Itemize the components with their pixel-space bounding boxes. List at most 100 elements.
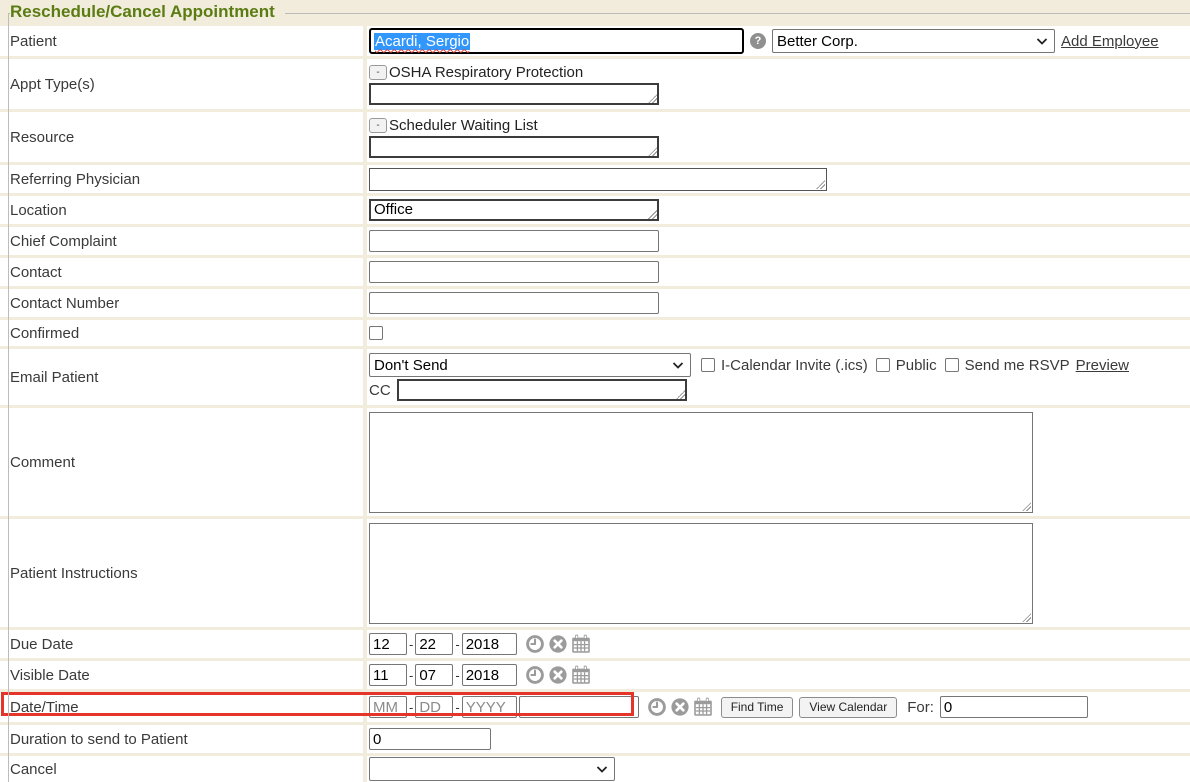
resource-search-input[interactable] xyxy=(369,136,659,158)
visible-date-year-input[interactable] xyxy=(462,664,517,686)
referring-physician-label: Referring Physician xyxy=(0,165,363,193)
cancel-label: Cancel xyxy=(0,756,363,782)
email-send-select[interactable]: Don't Send xyxy=(369,353,691,377)
appt-type-label: Appt Type(s) xyxy=(0,59,363,109)
row-email-patient: Email Patient Don't Send I-Calendar Invi… xyxy=(0,349,1190,405)
date-time-month-input[interactable] xyxy=(369,696,407,718)
date-time-time-input[interactable] xyxy=(519,696,639,718)
clock-icon[interactable] xyxy=(525,634,545,654)
find-time-button[interactable]: Find Time xyxy=(721,697,794,718)
duration-input[interactable] xyxy=(369,728,491,750)
confirmed-label: Confirmed xyxy=(0,320,363,346)
date-time-day-input[interactable] xyxy=(415,696,453,718)
preview-link[interactable]: Preview xyxy=(1076,357,1129,374)
resource-label: Resource xyxy=(0,112,363,162)
duration-label: Duration to send to Patient xyxy=(0,725,363,753)
date-separator: - xyxy=(409,637,413,652)
chevron-down-icon xyxy=(596,766,608,773)
referring-physician-input[interactable] xyxy=(369,168,827,191)
confirmed-checkbox[interactable] xyxy=(369,326,383,340)
for-label: For: xyxy=(907,699,934,716)
patient-instructions-input[interactable] xyxy=(369,523,1033,624)
row-resource: Resource - Scheduler Waiting List xyxy=(0,112,1190,162)
title-band: Reschedule/Cancel Appointment xyxy=(0,0,1190,26)
row-patient-instructions: Patient Instructions xyxy=(0,519,1190,627)
resource-selected-item: Scheduler Waiting List xyxy=(389,117,538,134)
row-comment: Comment xyxy=(0,408,1190,516)
row-visible-date: Visible Date - - xyxy=(0,661,1190,689)
email-send-select-value: Don't Send xyxy=(374,357,448,374)
due-date-day-input[interactable] xyxy=(415,633,453,655)
clear-date-icon[interactable] xyxy=(670,697,690,717)
icalendar-invite-checkbox[interactable] xyxy=(701,358,715,372)
send-me-rsvp-checkbox[interactable] xyxy=(945,358,959,372)
due-date-label: Due Date xyxy=(0,630,363,658)
row-contact: Contact xyxy=(0,258,1190,286)
page-title: Reschedule/Cancel Appointment xyxy=(10,2,285,22)
icalendar-invite-label: I-Calendar Invite (.ics) xyxy=(721,357,868,374)
remove-appt-type-button[interactable]: - xyxy=(369,65,387,80)
contact-input[interactable] xyxy=(369,261,659,283)
public-label: Public xyxy=(896,357,937,374)
patient-input-selected-text: Acardi, Sergio xyxy=(374,33,470,50)
cc-label: CC xyxy=(369,382,391,399)
contact-number-input[interactable] xyxy=(369,292,659,314)
chief-complaint-input[interactable] xyxy=(369,230,659,252)
visible-date-day-input[interactable] xyxy=(415,664,453,686)
calendar-icon[interactable] xyxy=(571,634,591,654)
reschedule-cancel-appointment-form: Reschedule/Cancel Appointment Patient Ac… xyxy=(0,0,1190,782)
calendar-icon[interactable] xyxy=(693,697,713,717)
row-duration: Duration to send to Patient xyxy=(0,725,1190,753)
row-contact-number: Contact Number xyxy=(0,289,1190,317)
company-select[interactable]: Better Corp. xyxy=(772,29,1055,53)
email-patient-label: Email Patient xyxy=(0,349,363,405)
comment-input[interactable] xyxy=(369,412,1033,513)
send-me-rsvp-label: Send me RSVP xyxy=(965,357,1070,374)
public-checkbox[interactable] xyxy=(876,358,890,372)
row-location: Location Office xyxy=(0,196,1190,224)
patient-input[interactable]: Acardi, Sergio xyxy=(369,28,744,54)
patient-label: Patient xyxy=(0,26,363,56)
location-label: Location xyxy=(0,196,363,224)
visible-date-label: Visible Date xyxy=(0,661,363,689)
contact-number-label: Contact Number xyxy=(0,289,363,317)
cancel-select[interactable] xyxy=(369,757,615,781)
visible-date-month-input[interactable] xyxy=(369,664,407,686)
row-due-date: Due Date - - xyxy=(0,630,1190,658)
due-date-year-input[interactable] xyxy=(462,633,517,655)
comment-label: Comment xyxy=(0,408,363,516)
row-confirmed: Confirmed xyxy=(0,320,1190,346)
remove-resource-button[interactable]: - xyxy=(369,118,387,133)
chief-complaint-label: Chief Complaint xyxy=(0,227,363,255)
for-input[interactable] xyxy=(940,696,1088,718)
date-time-year-input[interactable] xyxy=(462,696,517,718)
row-referring-physician: Referring Physician xyxy=(0,165,1190,193)
row-cancel: Cancel xyxy=(0,756,1190,782)
help-icon[interactable]: ? xyxy=(750,33,766,49)
date-separator: - xyxy=(409,700,413,715)
company-select-value: Better Corp. xyxy=(777,33,858,50)
patient-instructions-label: Patient Instructions xyxy=(0,519,363,627)
clock-icon[interactable] xyxy=(525,665,545,685)
date-time-label: Date/Time xyxy=(0,692,363,722)
date-separator: - xyxy=(409,668,413,683)
add-employee-link[interactable]: Add Employee xyxy=(1061,33,1159,50)
due-date-month-input[interactable] xyxy=(369,633,407,655)
location-input[interactable]: Office xyxy=(369,199,659,221)
date-separator: - xyxy=(455,700,459,715)
row-appt-type: Appt Type(s) - OSHA Respiratory Protecti… xyxy=(0,59,1190,109)
view-calendar-button[interactable]: View Calendar xyxy=(799,697,897,718)
cc-input[interactable] xyxy=(397,379,687,401)
row-patient: Patient Acardi, Sergio ? Better Corp. Ad… xyxy=(0,26,1190,56)
appt-type-search-input[interactable] xyxy=(369,83,659,105)
clock-icon[interactable] xyxy=(647,697,667,717)
calendar-icon[interactable] xyxy=(571,665,591,685)
date-separator: - xyxy=(455,637,459,652)
clear-date-icon[interactable] xyxy=(548,634,568,654)
appt-type-selected-item: OSHA Respiratory Protection xyxy=(389,64,583,81)
row-chief-complaint: Chief Complaint xyxy=(0,227,1190,255)
chevron-down-icon xyxy=(1036,38,1048,45)
chevron-down-icon xyxy=(672,362,684,369)
date-separator: - xyxy=(455,668,459,683)
clear-date-icon[interactable] xyxy=(548,665,568,685)
